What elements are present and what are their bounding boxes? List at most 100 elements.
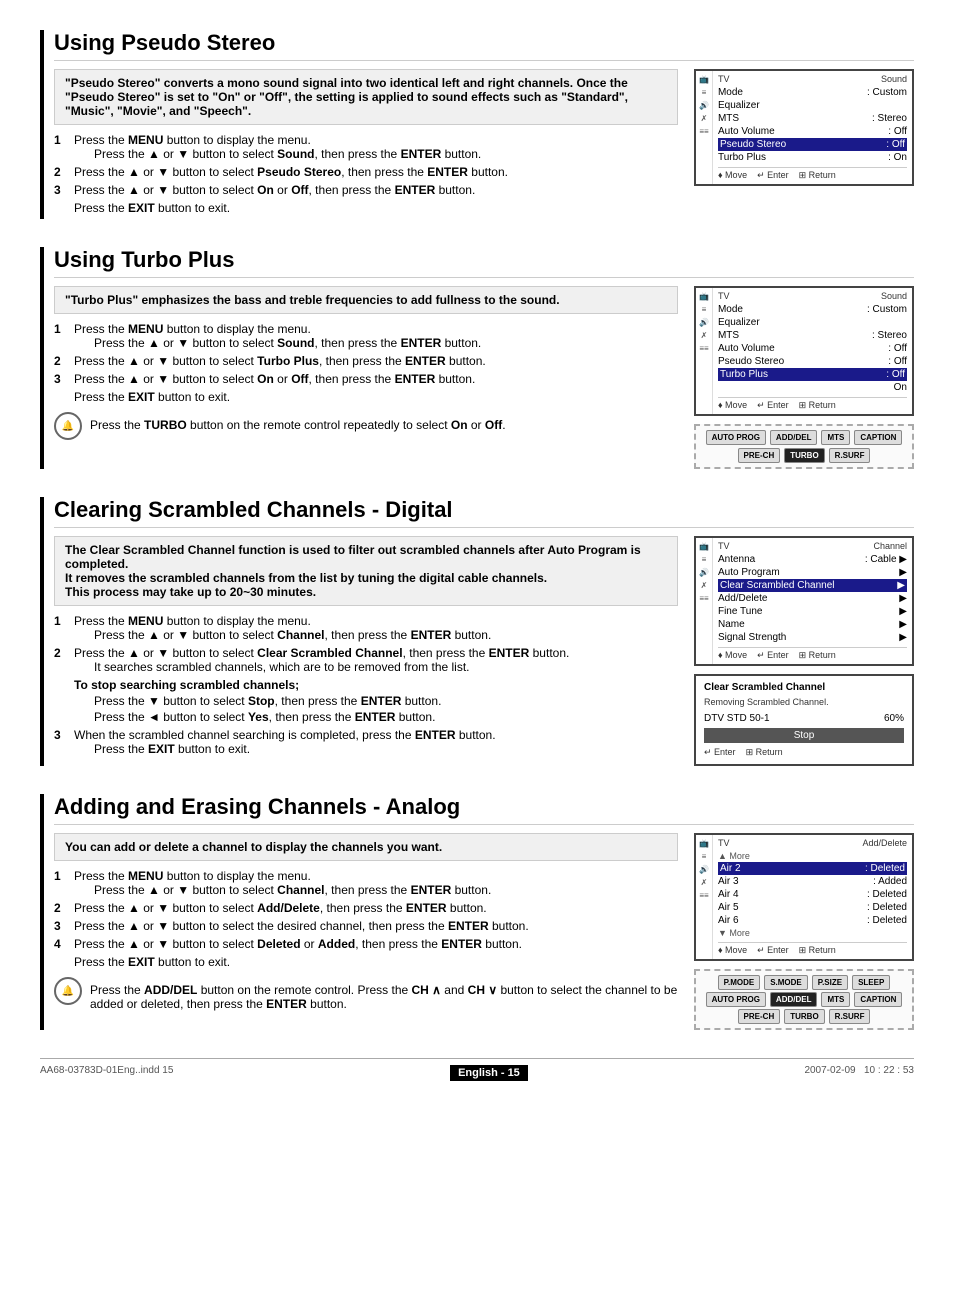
tv-icon-ch-tp: ≡≡ [699,344,708,353]
btn-psize-ae[interactable]: P.SIZE [812,975,848,990]
csb-return: ⊞ Return [746,747,783,758]
ad-row-air2: Air 2: Deleted [718,862,907,875]
btn-prech-ae[interactable]: PRE-CH [738,1009,781,1024]
section-content-turbo: "Turbo Plus" emphasizes the bass and tre… [54,286,914,469]
btn-caption-tp[interactable]: CAPTION [854,430,902,445]
btn-smode-ae[interactable]: S.MODE [764,975,808,990]
tv-row-av-tp: Auto Volume: Off [718,342,907,355]
step-content-3-ae: Press the ▲ or ▼ button to select the de… [74,919,678,933]
page-footer: AA68-03783D-01Eng..indd 15 English - 15 … [40,1058,914,1081]
step-3-tp: 3 Press the ▲ or ▼ button to select On o… [54,372,678,386]
remote-btns-top2-ae: AUTO PROG ADD/DEL MTS CAPTION [702,992,906,1007]
tv-sound-label-tp: Sound [881,291,907,301]
ch-row-name: Name▶ [718,618,907,631]
csb-enter: ↵ Enter [704,747,736,758]
btn-turbo-ae[interactable]: TURBO [784,1009,824,1024]
step-2-ae: 2 Press the ▲ or ▼ button to select Add/… [54,901,678,915]
csb-box: Clear Scrambled Channel Removing Scrambl… [694,674,914,766]
btn-sleep-ae[interactable]: SLEEP [852,975,890,990]
tv-row-turbo-tp: Turbo Plus: Off [718,368,907,381]
tv-icon-tv-cs: 📺 [699,542,709,551]
step-3-ae: 3 Press the ▲ or ▼ button to select the … [54,919,678,933]
csb-stop-btn[interactable]: Stop [704,728,904,743]
tv-main-tp: TV Sound Mode: Custom Equalizer MTS: Ste… [713,288,912,414]
intro-ae: You can add or delete a channel to displ… [54,833,678,861]
btn-prech-tp[interactable]: PRE-CH [738,448,781,463]
step-content-2-ps: Press the ▲ or ▼ button to select Pseudo… [74,165,678,179]
step-content-3-ps: Press the ▲ or ▼ button to select On or … [74,183,678,197]
btn-pmode-ae[interactable]: P.MODE [718,975,761,990]
step-content-4-ae: Press the ▲ or ▼ button to select Delete… [74,937,678,951]
step-content-2-ae: Press the ▲ or ▼ button to select Add/De… [74,901,678,915]
remote-strip-tp: AUTO PROG ADD/DEL MTS CAPTION PRE-CH TUR… [694,424,914,469]
step-1-ps: 1 Press the MENU button to display the m… [54,133,678,161]
step-text-2-cs: Press the ▲ or ▼ button to select Clear … [74,646,569,660]
tv-icon-vol-tp: 🔊 [699,318,709,327]
csb-channel: DTV STD 50-1 [704,713,770,724]
step-num-3-ae: 3 [54,919,68,933]
tv-row-mts-tp: MTS: Stereo [718,329,907,342]
step-text-2-ps: Press the ▲ or ▼ button to select Pseudo… [74,165,508,179]
step-content-1-tp: Press the MENU button to display the men… [74,322,678,350]
btn-caption-ae[interactable]: CAPTION [854,992,902,1007]
remote-strip-ae: P.MODE S.MODE P.SIZE SLEEP AUTO PROG ADD… [694,969,914,1030]
btn-adddel-ae[interactable]: ADD/DEL [770,992,818,1007]
step-content-1-ae: Press the MENU button to display the men… [74,869,678,897]
ad-screen: 📺 ≡ 🔊 ✗ ≡≡ TV Add/Delete ▲ More Air 2: D… [694,833,914,961]
btn-adddel-tp[interactable]: ADD/DEL [770,430,818,445]
step-1-ae: 1 Press the MENU button to display the m… [54,869,678,897]
step-num-3-tp: 3 [54,372,68,386]
tv-footer-ps: ♦ Move ↵ Enter ⊞ Return [718,167,907,181]
tip-icon-ae: 🔔 [54,977,82,1005]
step-sub-1-tp: Press the ▲ or ▼ button to select Sound,… [94,336,481,350]
footer-datetime: 2007-02-09 10 : 22 : 53 [804,1065,914,1081]
tv-screen-header-cs: TV Channel [718,541,907,551]
step-sub-1-ps: Press the ▲ or ▼ button to select Sound,… [94,147,481,161]
btn-autoprog-tp[interactable]: AUTO PROG [706,430,766,445]
step-text-3-cs: When the scrambled channel searching is … [74,728,496,742]
footer-enter-ae: ↵ Enter [757,945,789,956]
step-content-2-tp: Press the ▲ or ▼ button to select Turbo … [74,354,678,368]
remote-btns-bot-tp: PRE-CH TURBO R.SURF [702,448,906,463]
step-num-1-ae: 1 [54,869,68,897]
tv-screen-header-tp: TV Sound [718,291,907,301]
btn-mts-ae[interactable]: MTS [821,992,850,1007]
ch-row-autoprog: Auto Program▶ [718,566,907,579]
step-content-1-ps: Press the MENU button to display the men… [74,133,678,161]
step-text-2-tp: Press the ▲ or ▼ button to select Turbo … [74,354,486,368]
section-add-erase: Adding and Erasing Channels - Analog You… [40,794,914,1030]
footer-enter-cs: ↵ Enter [757,650,789,661]
tv-icons-ps: 📺 ≡ 🔊 ✗ ≡≡ [696,71,713,184]
step-sub-1-cs: Press the ▲ or ▼ button to select Channe… [94,628,491,642]
section-content-cs: The Clear Scrambled Channel function is … [54,536,914,766]
step-2-cs: 2 Press the ▲ or ▼ button to select Clea… [54,646,678,674]
tip-text-ae: Press the ADD/DEL button on the remote c… [90,977,678,1011]
tv-icon-mute-cs: ✗ [701,581,708,590]
tv-icon-tv-ae: 📺 [699,839,709,848]
section-pseudo-stereo: Using Pseudo Stereo "Pseudo Stereo" conv… [40,30,914,219]
intro-turbo: "Turbo Plus" emphasizes the bass and tre… [54,286,678,314]
step-4-ae: 4 Press the ▲ or ▼ button to select Dele… [54,937,678,951]
tv-screen-header-ps: TV Sound [718,74,907,84]
csb-title: Clear Scrambled Channel [704,682,904,693]
step-num-3-cs: 3 [54,728,68,756]
footer-move-tp: ♦ Move [718,400,747,411]
step-text-1-ps: Press the MENU button to display the men… [74,133,311,147]
btn-rsurf-tp[interactable]: R.SURF [829,448,871,463]
section-content-ae: You can add or delete a channel to displ… [54,833,914,1030]
intro-pseudo-stereo: "Pseudo Stereo" converts a mono sound si… [54,69,678,125]
remote-btns-bot-ae: PRE-CH TURBO R.SURF [702,1009,906,1024]
footer-move-ps: ♦ Move [718,170,747,181]
section-title-pseudo-stereo: Using Pseudo Stereo [54,30,914,61]
csb-footer: ↵ Enter ⊞ Return [704,747,904,758]
step-2-ps: 2 Press the ▲ or ▼ button to select Pseu… [54,165,678,179]
section-title-ae: Adding and Erasing Channels - Analog [54,794,914,825]
btn-mts-tp[interactable]: MTS [821,430,850,445]
tv-icon-menu-tp: ≡ [702,305,707,314]
btn-turbo-tp[interactable]: TURBO [784,448,824,463]
btn-rsurf-ae[interactable]: R.SURF [829,1009,871,1024]
step-content-1-cs: Press the MENU button to display the men… [74,614,678,642]
btn-autoprog-ae[interactable]: AUTO PROG [706,992,766,1007]
step-sub-3-cs: Press the EXIT button to exit. [94,742,250,756]
ch-row-signal: Signal Strength▶ [718,631,907,644]
